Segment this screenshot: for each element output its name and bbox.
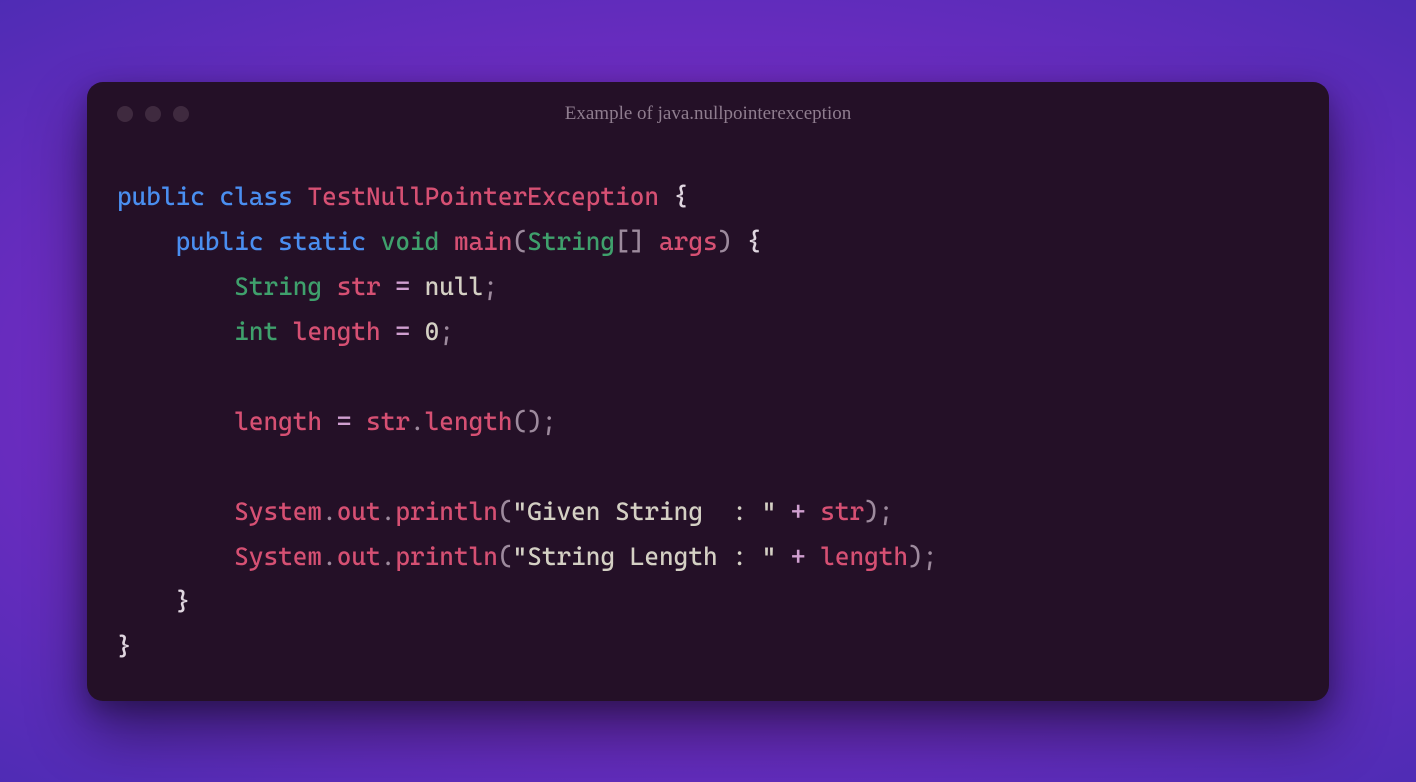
code-token: "Given String : " xyxy=(513,497,777,526)
code-token xyxy=(351,407,366,436)
code-token: ( xyxy=(513,227,528,256)
code-token: println xyxy=(395,542,498,571)
code-token: System xyxy=(234,497,322,526)
code-block: public class TestNullPointerException { … xyxy=(87,146,1329,679)
code-token: ( xyxy=(498,497,513,526)
code-token: . xyxy=(322,497,337,526)
code-token xyxy=(117,227,176,256)
window-title: Example of java.nullpointerexception xyxy=(87,103,1329,125)
code-token xyxy=(439,227,454,256)
code-token xyxy=(263,227,278,256)
code-token: class xyxy=(220,182,293,211)
close-icon[interactable] xyxy=(117,106,133,122)
code-token: String xyxy=(527,227,615,256)
code-token xyxy=(293,182,308,211)
code-token: . xyxy=(322,542,337,571)
code-token: out xyxy=(337,497,381,526)
code-token: System xyxy=(234,542,322,571)
code-token: public xyxy=(176,227,264,256)
code-token: args xyxy=(659,227,718,256)
code-token: { xyxy=(674,182,689,211)
code-token: length xyxy=(293,317,381,346)
code-token: . xyxy=(381,542,396,571)
code-token: ) xyxy=(718,227,747,256)
code-token xyxy=(659,182,674,211)
code-token: int xyxy=(234,317,278,346)
code-token xyxy=(117,407,234,436)
code-token: . xyxy=(381,497,396,526)
code-token xyxy=(117,542,234,571)
code-token xyxy=(776,497,791,526)
code-token: str xyxy=(820,497,864,526)
code-token xyxy=(776,542,791,571)
code-token xyxy=(410,272,425,301)
code-token xyxy=(117,497,234,526)
code-token: [] xyxy=(615,227,659,256)
code-token: println xyxy=(395,497,498,526)
code-token: + xyxy=(791,542,806,571)
code-token xyxy=(381,272,396,301)
code-token: void xyxy=(381,227,440,256)
titlebar: Example of java.nullpointerexception xyxy=(87,82,1329,146)
code-token: str xyxy=(366,407,410,436)
code-token: = xyxy=(395,317,410,346)
code-token xyxy=(278,317,293,346)
code-token: { xyxy=(747,227,762,256)
code-token: out xyxy=(337,542,381,571)
code-token xyxy=(117,587,176,616)
code-token: length xyxy=(425,407,513,436)
code-token xyxy=(322,272,337,301)
code-token xyxy=(117,317,234,346)
code-token: TestNullPointerException xyxy=(307,182,659,211)
minimize-icon[interactable] xyxy=(145,106,161,122)
code-token xyxy=(806,497,821,526)
code-token: } xyxy=(176,587,191,616)
code-token xyxy=(806,542,821,571)
code-token: ); xyxy=(864,497,893,526)
code-token: = xyxy=(395,272,410,301)
code-token: (); xyxy=(513,407,557,436)
code-token: . xyxy=(410,407,425,436)
code-token: str xyxy=(337,272,381,301)
code-token xyxy=(117,272,234,301)
code-token: public xyxy=(117,182,205,211)
code-token: "String Length : " xyxy=(513,542,777,571)
code-token: ; xyxy=(483,272,498,301)
code-token xyxy=(322,407,337,436)
code-token: length xyxy=(820,542,908,571)
code-token: ); xyxy=(908,542,937,571)
code-token: ( xyxy=(498,542,513,571)
window-controls xyxy=(117,106,189,122)
code-token: main xyxy=(454,227,513,256)
code-token: static xyxy=(278,227,366,256)
maximize-icon[interactable] xyxy=(173,106,189,122)
code-window: Example of java.nullpointerexception pub… xyxy=(87,82,1329,701)
code-token: + xyxy=(791,497,806,526)
code-token xyxy=(205,182,220,211)
code-token: } xyxy=(117,632,132,661)
code-token: = xyxy=(337,407,352,436)
code-token: ; xyxy=(439,317,454,346)
code-token: length xyxy=(234,407,322,436)
code-token: null xyxy=(425,272,484,301)
code-token xyxy=(366,227,381,256)
code-token: String xyxy=(234,272,322,301)
code-token xyxy=(381,317,396,346)
code-token: 0 xyxy=(425,317,440,346)
code-token xyxy=(410,317,425,346)
